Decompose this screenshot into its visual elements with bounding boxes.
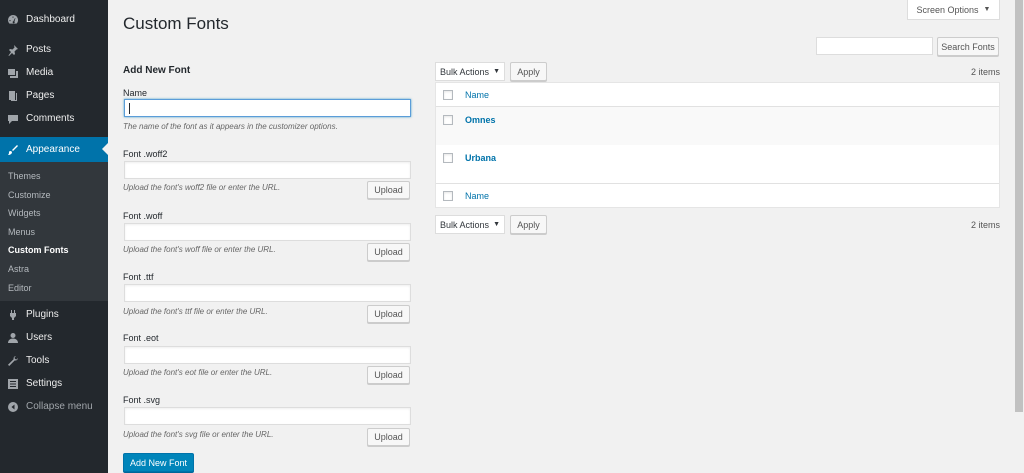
menu-item-appearance[interactable]: Appearance — [0, 137, 108, 162]
menu-label: Appearance — [26, 144, 80, 155]
submenu-item-menus[interactable]: Menus — [0, 223, 108, 242]
ttf-label: Font .ttf — [123, 272, 154, 282]
menu-item-media[interactable]: Media — [0, 61, 108, 84]
menu-label: Media — [26, 67, 54, 78]
menu-label: Dashboard — [26, 14, 75, 25]
screen-options-button[interactable]: Screen Options ▼ — [907, 0, 1000, 20]
screen-options-label: Screen Options — [916, 4, 979, 15]
caret-down-icon: ▼ — [493, 68, 500, 75]
search-input[interactable] — [816, 37, 933, 55]
pin-icon — [7, 44, 19, 56]
eot-label: Font .eot — [123, 333, 159, 343]
media-icon — [7, 67, 19, 79]
woff-input[interactable] — [124, 223, 411, 241]
scrollbar-thumb[interactable] — [1015, 0, 1023, 412]
appearance-submenu: Themes Customize Widgets Menus Custom Fo… — [0, 162, 108, 302]
eot-description: Upload the font's eot file or enter the … — [123, 368, 273, 377]
upload-woff-button[interactable]: Upload — [367, 243, 410, 261]
eot-input[interactable] — [124, 346, 411, 364]
ttf-input[interactable] — [124, 284, 411, 302]
submenu-item-widgets[interactable]: Widgets — [0, 204, 108, 223]
submenu-item-astra[interactable]: Astra — [0, 260, 108, 279]
name-input[interactable] — [124, 99, 411, 117]
upload-woff2-button[interactable]: Upload — [367, 181, 410, 199]
page-title: Custom Fonts — [123, 14, 229, 33]
menu-label: Comments — [26, 113, 75, 124]
table-footer: Name — [436, 183, 999, 207]
name-description: The name of the font as it appears in th… — [123, 122, 338, 131]
submenu-item-editor[interactable]: Editor — [0, 279, 108, 298]
dashboard-icon — [7, 14, 19, 26]
items-count-bottom: 2 items — [970, 220, 1000, 230]
menu-label: Tools — [26, 355, 50, 367]
menu-label: Pages — [26, 90, 55, 101]
apply-button-top[interactable]: Apply — [510, 62, 547, 81]
fonts-table: Name Omnes Urbana Name — [435, 82, 1000, 208]
table-row: Omnes — [436, 107, 999, 145]
name-column-footer[interactable]: Name — [465, 191, 489, 201]
woff-label: Font .woff — [123, 211, 163, 221]
upload-svg-button[interactable]: Upload — [367, 428, 410, 446]
svg-label: Font .svg — [123, 395, 161, 405]
submenu-item-themes[interactable]: Themes — [0, 167, 108, 186]
menu-item-pages[interactable]: Pages — [0, 84, 108, 107]
woff2-description: Upload the font's woff2 file or enter th… — [123, 183, 281, 192]
menu-label: Users — [26, 332, 53, 344]
select-all-checkbox[interactable] — [443, 89, 453, 100]
bulk-actions-select-bottom[interactable]: Bulk Actions ▼ — [435, 215, 505, 234]
collapse-icon — [7, 401, 19, 413]
submenu-item-custom-fonts[interactable]: Custom Fonts — [0, 241, 108, 260]
menu-item-settings[interactable]: Settings — [0, 372, 108, 395]
menu-item-plugins[interactable]: Plugins — [0, 303, 108, 326]
admin-sidebar: Dashboard Posts Media Pages Comments App… — [0, 0, 108, 473]
apply-button-bottom[interactable]: Apply — [510, 215, 547, 234]
bulk-actions-label: Bulk Actions — [440, 219, 490, 230]
font-name-link[interactable]: Urbana — [465, 153, 496, 163]
pages-icon — [7, 90, 19, 102]
items-count-top: 2 items — [970, 67, 1000, 77]
row-checkbox[interactable] — [443, 115, 453, 125]
svg-description: Upload the font's svg file or enter the … — [123, 430, 274, 439]
select-all-checkbox[interactable] — [443, 190, 453, 201]
table-header: Name — [436, 83, 999, 107]
woff2-label: Font .woff2 — [123, 149, 168, 159]
menu-item-dashboard[interactable]: Dashboard — [0, 8, 108, 31]
settings-icon — [7, 378, 19, 390]
add-new-font-button[interactable]: Add New Font — [123, 453, 194, 472]
woff-description: Upload the font's woff file or enter the… — [123, 245, 276, 254]
ttf-description: Upload the font's ttf file or enter the … — [123, 307, 268, 316]
paintbrush-icon — [7, 144, 19, 156]
comments-icon — [7, 113, 19, 125]
upload-ttf-button[interactable]: Upload — [367, 305, 410, 323]
row-checkbox[interactable] — [443, 153, 453, 163]
menu-label: Plugins — [26, 309, 59, 321]
caret-down-icon: ▼ — [983, 6, 991, 13]
search-fonts-button[interactable]: Search Fonts — [937, 37, 999, 56]
name-label: Name — [123, 88, 148, 98]
users-icon — [7, 332, 19, 344]
bulk-actions-label: Bulk Actions — [440, 66, 490, 77]
tools-icon — [7, 355, 19, 367]
menu-label: Posts — [26, 44, 52, 55]
menu-item-comments[interactable]: Comments — [0, 107, 108, 130]
font-name-link[interactable]: Omnes — [465, 115, 496, 125]
name-column-header[interactable]: Name — [465, 90, 489, 100]
menu-item-users[interactable]: Users — [0, 326, 108, 349]
collapse-menu-button[interactable]: Collapse menu — [0, 395, 108, 418]
submenu-item-customize[interactable]: Customize — [0, 186, 108, 205]
menu-label: Collapse menu — [26, 401, 93, 413]
svg-input[interactable] — [124, 407, 411, 425]
page-scrollbar[interactable] — [1014, 0, 1024, 473]
form-heading: Add New Font — [123, 65, 191, 76]
menu-label: Settings — [26, 378, 63, 390]
menu-item-tools[interactable]: Tools — [0, 349, 108, 372]
upload-eot-button[interactable]: Upload — [367, 366, 410, 384]
menu-item-posts[interactable]: Posts — [0, 38, 108, 61]
bulk-actions-select-top[interactable]: Bulk Actions ▼ — [435, 62, 505, 81]
table-row: Urbana — [436, 145, 999, 183]
plugins-icon — [7, 309, 19, 321]
caret-down-icon: ▼ — [493, 221, 500, 228]
woff2-input[interactable] — [124, 161, 411, 179]
